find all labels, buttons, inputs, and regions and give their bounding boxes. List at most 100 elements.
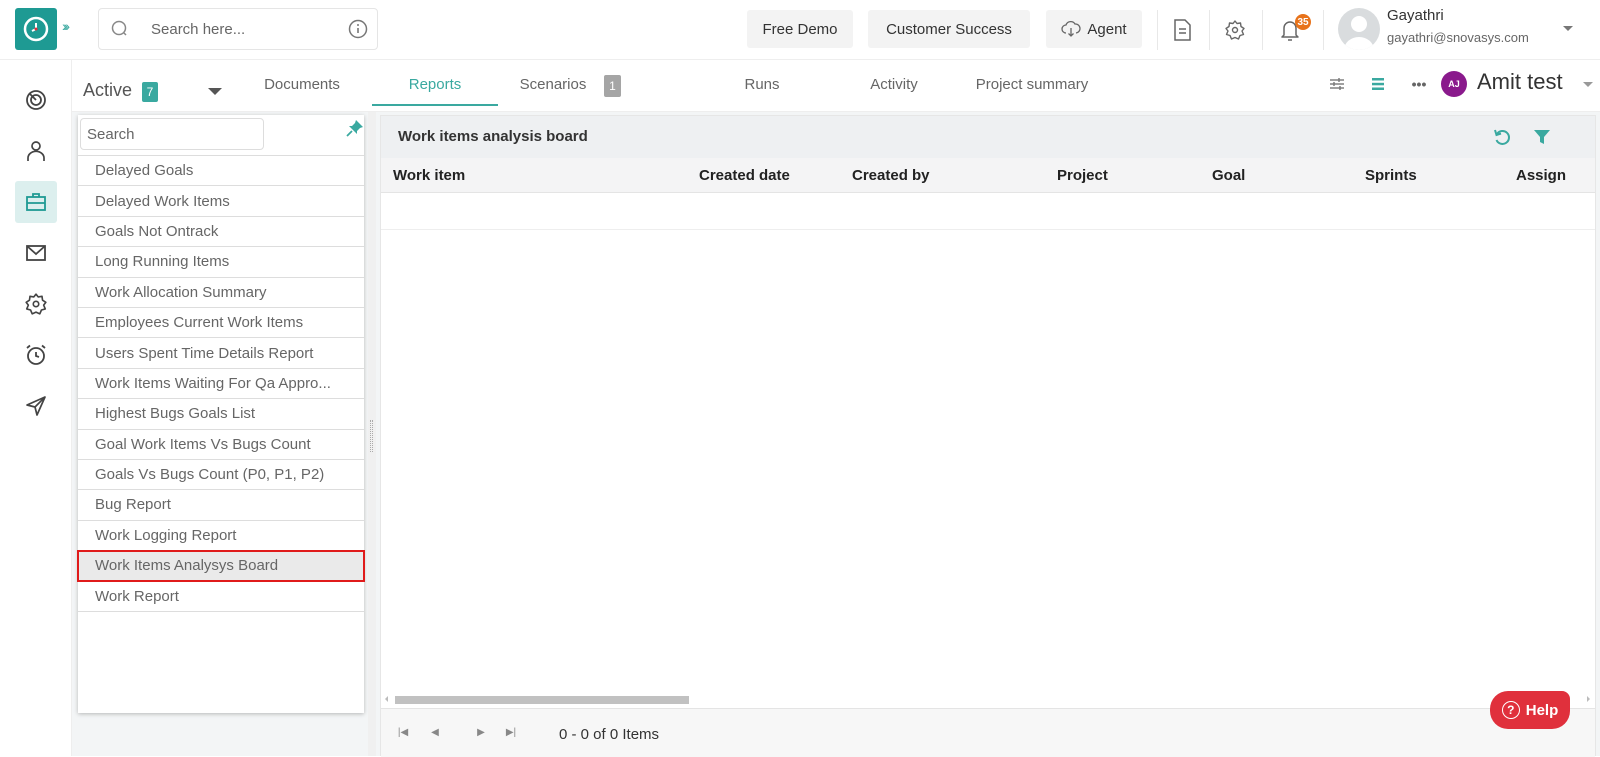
sidebar-item-timesheet[interactable] <box>15 334 57 376</box>
sidebar-item-users[interactable] <box>15 130 57 172</box>
report-item-highest-bugs-goals[interactable]: Highest Bugs Goals List <box>78 399 364 430</box>
panel-resize-handle[interactable] <box>368 112 376 756</box>
column-header-work-item[interactable]: Work item <box>393 167 465 184</box>
global-search <box>98 8 378 50</box>
reports-list: Delayed Goals Delayed Work Items Goals N… <box>77 155 365 612</box>
report-item-work-items-waiting-qa[interactable]: Work Items Waiting For Qa Appro... <box>78 369 364 400</box>
report-item-goals-not-ontrack[interactable]: Goals Not Ontrack <box>78 217 364 248</box>
next-page-icon[interactable]: ▶ <box>473 724 489 740</box>
customer-success-button[interactable]: Customer Success <box>868 10 1030 48</box>
previous-page-icon[interactable]: ◀ <box>427 724 443 740</box>
project-avatar: AJ <box>1441 71 1467 97</box>
report-item-long-running-items[interactable]: Long Running Items <box>78 247 364 278</box>
settings-sliders-button[interactable] <box>1325 72 1349 96</box>
sidebar-item-send[interactable] <box>15 385 57 427</box>
user-menu-caret-icon[interactable] <box>1563 26 1573 31</box>
pager: |◀ ◀ ▶ ▶| 0 - 0 of 0 Items <box>381 708 1595 757</box>
report-item-goal-work-items-vs-bugs[interactable]: Goal Work Items Vs Bugs Count <box>78 430 364 460</box>
user-name: Gayathri <box>1387 7 1444 24</box>
report-item-bug-report[interactable]: Bug Report <box>78 490 364 521</box>
user-avatar[interactable] <box>1338 8 1380 50</box>
info-icon[interactable] <box>347 18 369 40</box>
settings-button[interactable] <box>1221 16 1249 44</box>
expand-sidebar-icon[interactable]: ››› <box>62 18 70 34</box>
report-item-delayed-goals[interactable]: Delayed Goals <box>78 156 364 187</box>
gear-icon <box>1225 20 1245 40</box>
app-logo[interactable] <box>15 8 57 50</box>
scroll-left-arrow-icon[interactable] <box>385 696 388 702</box>
first-page-icon[interactable]: |◀ <box>395 724 411 740</box>
last-page-icon[interactable]: ▶| <box>503 724 519 740</box>
global-search-input[interactable] <box>151 20 341 38</box>
divider <box>1323 10 1324 50</box>
active-tab-indicator <box>372 104 498 106</box>
sidebar-item-settings[interactable] <box>15 283 57 325</box>
help-label: Help <box>1525 701 1559 719</box>
reports-search-input[interactable] <box>80 118 264 150</box>
more-options-icon[interactable]: ••• <box>1407 72 1431 96</box>
status-dropdown-caret-icon[interactable] <box>208 88 222 95</box>
scenarios-count-badge: 1 <box>604 75 621 97</box>
document-button[interactable] <box>1168 16 1196 44</box>
target-icon <box>26 90 46 110</box>
user-email: gayathri@snovasys.com <box>1387 30 1529 45</box>
tab-runs[interactable]: Runs <box>732 76 792 93</box>
tab-reports[interactable]: Reports <box>372 76 498 93</box>
scroll-right-arrow-icon[interactable] <box>1587 696 1590 702</box>
free-demo-button[interactable]: Free Demo <box>747 10 853 48</box>
status-filter-label[interactable]: Active <box>83 80 132 101</box>
cloud-download-icon <box>1061 20 1082 37</box>
column-header-created-date[interactable]: Created date <box>699 167 790 184</box>
report-item-employees-current-work-items[interactable]: Employees Current Work Items <box>78 308 364 339</box>
sidebar-item-messages[interactable] <box>15 232 57 274</box>
column-header-project[interactable]: Project <box>1057 167 1108 184</box>
report-item-work-items-analysis-board[interactable]: Work Items Analysys Board <box>77 550 365 583</box>
refresh-icon[interactable] <box>1491 126 1513 148</box>
column-header-created-by[interactable]: Created by <box>852 167 930 184</box>
pager-info: 0 - 0 of 0 Items <box>559 726 660 743</box>
report-item-work-allocation-summary[interactable]: Work Allocation Summary <box>78 278 364 308</box>
main-content: Active 7 Documents Reports Scenarios 1 R… <box>72 60 1600 757</box>
column-header-goal[interactable]: Goal <box>1212 167 1245 184</box>
help-button[interactable]: ? Help <box>1490 691 1570 729</box>
status-count-badge: 7 <box>142 82 158 102</box>
notification-count-badge: 35 <box>1295 14 1311 30</box>
project-dropdown-caret-icon[interactable] <box>1583 82 1593 87</box>
board-header: Work items analysis board <box>381 116 1595 158</box>
reports-list-panel: Delayed Goals Delayed Work Items Goals N… <box>77 115 365 713</box>
grid-header-row: Work item Created date Created by Projec… <box>381 158 1595 193</box>
list-view-button[interactable] <box>1366 72 1390 96</box>
report-item-delayed-work-items[interactable]: Delayed Work Items <box>78 186 364 217</box>
scrollbar-thumb[interactable] <box>395 696 689 704</box>
divider <box>1209 10 1210 50</box>
report-item-work-report[interactable]: Work Report <box>78 581 364 612</box>
search-icon <box>111 20 127 36</box>
tab-documents[interactable]: Documents <box>252 76 352 93</box>
gear-icon <box>25 293 47 315</box>
work-items-analysis-board: Work items analysis board Work item Crea… <box>380 115 1596 757</box>
report-item-goals-vs-bugs-count[interactable]: Goals Vs Bugs Count (P0, P1, P2) <box>78 460 364 491</box>
tab-project-summary[interactable]: Project summary <box>912 76 1152 93</box>
sidebar-item-projects[interactable] <box>15 181 57 223</box>
horizontal-scrollbar[interactable] <box>383 694 1593 704</box>
board-title: Work items analysis board <box>398 128 588 145</box>
column-header-assignee[interactable]: Assign <box>1516 167 1566 184</box>
briefcase-icon <box>26 193 46 211</box>
clock-logo-icon <box>23 16 49 42</box>
column-header-sprints[interactable]: Sprints <box>1365 167 1417 184</box>
tab-scenarios[interactable]: Scenarios <box>510 76 596 93</box>
report-item-users-spent-time-details[interactable]: Users Spent Time Details Report <box>78 338 364 369</box>
grip-icon <box>370 420 373 452</box>
agent-label: Agent <box>1087 20 1127 38</box>
sidebar-item-dashboard[interactable] <box>15 79 57 121</box>
agent-button[interactable]: Agent <box>1046 10 1142 48</box>
free-demo-label: Free Demo <box>762 20 838 38</box>
pin-icon[interactable] <box>346 119 364 137</box>
divider <box>1262 10 1263 50</box>
user-icon <box>27 141 45 161</box>
mail-icon <box>26 245 46 261</box>
report-item-work-logging-report[interactable]: Work Logging Report <box>78 521 364 552</box>
project-name[interactable]: Amit test <box>1477 69 1563 95</box>
send-icon <box>26 396 46 416</box>
filter-icon[interactable] <box>1531 126 1553 148</box>
